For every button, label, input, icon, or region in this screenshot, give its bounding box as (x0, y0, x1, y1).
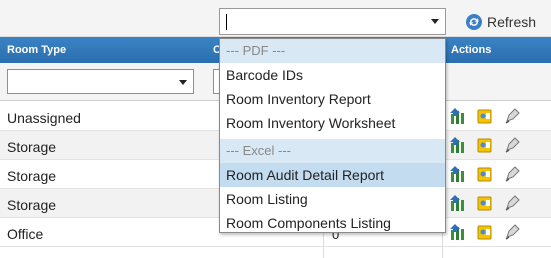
dropdown-item-room-inventory-report[interactable]: Room Inventory Report (220, 87, 445, 111)
column-header-room-type[interactable]: Room Type (7, 44, 66, 56)
dropdown-item-room-inventory-worksheet[interactable]: Room Inventory Worksheet (220, 111, 445, 135)
note-icon[interactable] (476, 136, 494, 154)
toolbar: Refresh (0, 0, 551, 37)
note-icon[interactable] (476, 107, 494, 125)
note-icon[interactable] (476, 165, 494, 183)
note-icon[interactable] (476, 223, 494, 241)
dropdown-item-barcode-ids[interactable]: Barcode IDs (220, 63, 445, 87)
report-dropdown-list: --- PDF --- Barcode IDs Room Inventory R… (219, 38, 446, 233)
row-actions (449, 223, 521, 241)
move-icon[interactable] (449, 194, 467, 212)
edit-icon[interactable] (503, 107, 521, 125)
move-icon[interactable] (449, 223, 467, 241)
row-actions (449, 194, 521, 212)
report-select[interactable] (219, 8, 446, 35)
dropdown-item-room-listing[interactable]: Room Listing (220, 187, 445, 211)
edit-icon[interactable] (503, 165, 521, 183)
room-type-filter-select[interactable] (7, 69, 194, 94)
edit-icon[interactable] (503, 194, 521, 212)
dropdown-item-room-audit-detail-report[interactable]: Room Audit Detail Report (220, 163, 445, 187)
room-type-cell: Storage (7, 168, 57, 184)
row-actions (449, 107, 521, 125)
chevron-down-icon[interactable] (179, 80, 187, 85)
refresh-icon (466, 14, 482, 30)
edit-icon[interactable] (503, 223, 521, 241)
refresh-label: Refresh (487, 14, 537, 30)
room-type-cell: Office (7, 226, 44, 242)
row-actions (449, 136, 521, 154)
room-type-cell: Storage (7, 139, 57, 155)
dropdown-group-pdf: --- PDF --- (220, 39, 445, 63)
text-cursor (226, 14, 227, 30)
note-icon[interactable] (476, 194, 494, 212)
row-actions (449, 165, 521, 183)
chevron-down-icon[interactable] (431, 19, 439, 24)
move-icon[interactable] (449, 136, 467, 154)
move-icon[interactable] (449, 165, 467, 183)
column-header-actions: Actions (451, 44, 492, 56)
room-type-cell: Storage (7, 197, 57, 213)
edit-icon[interactable] (503, 136, 521, 154)
move-icon[interactable] (449, 107, 467, 125)
dropdown-item-room-components-listing[interactable]: Room Components Listing (220, 211, 445, 235)
room-type-cell: Unassigned (7, 110, 81, 126)
dropdown-group-excel: --- Excel --- (220, 139, 445, 163)
refresh-button[interactable]: Refresh (465, 12, 536, 32)
